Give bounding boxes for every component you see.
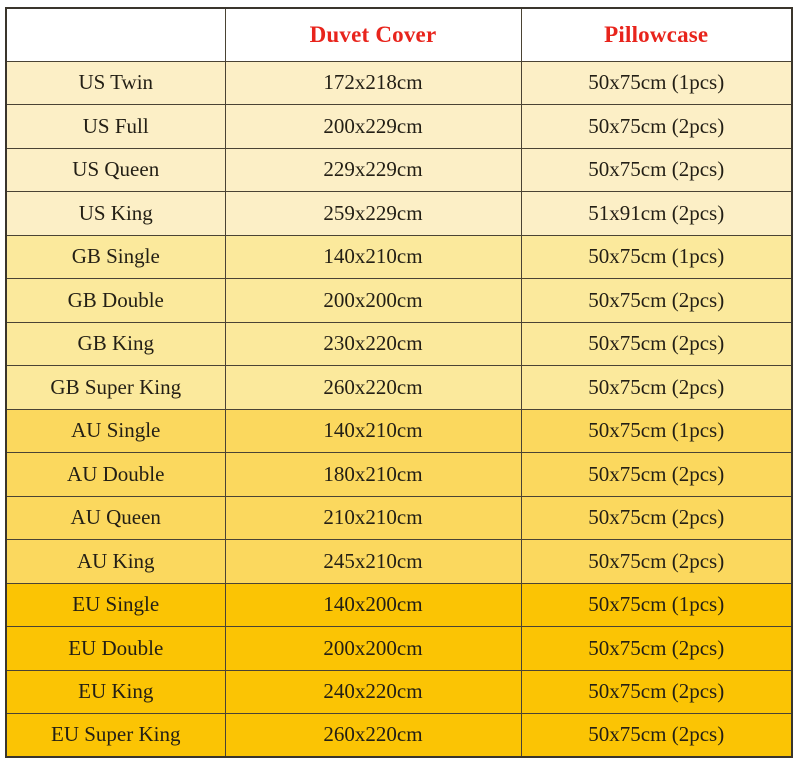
table-row: AU King 245x210cm 50x75cm (2pcs) bbox=[5, 539, 793, 584]
table-row: GB King 230x220cm 50x75cm (2pcs) bbox=[5, 321, 793, 366]
cell-pillowcase-size: 50x75cm (1pcs) bbox=[520, 582, 793, 627]
cell-size-name: US Full bbox=[5, 104, 226, 149]
cell-duvet-cover-size: 240x220cm bbox=[224, 669, 522, 714]
table-row: AU Queen 210x210cm 50x75cm (2pcs) bbox=[5, 495, 793, 540]
cell-pillowcase-size: 50x75cm (1pcs) bbox=[520, 408, 793, 453]
cell-pillowcase-size: 51x91cm (2pcs) bbox=[520, 191, 793, 236]
cell-size-name: GB King bbox=[5, 321, 226, 366]
cell-size-name: AU King bbox=[5, 539, 226, 584]
cell-pillowcase-size: 50x75cm (2pcs) bbox=[520, 452, 793, 497]
cell-duvet-cover-size: 229x229cm bbox=[224, 147, 522, 192]
cell-pillowcase-size: 50x75cm (2pcs) bbox=[520, 495, 793, 540]
cell-size-name: GB Super King bbox=[5, 365, 226, 410]
table-row: EU Single 140x200cm 50x75cm (1pcs) bbox=[5, 582, 793, 627]
cell-duvet-cover-size: 260x220cm bbox=[224, 365, 522, 410]
table-row: EU Super King 260x220cm 50x75cm (2pcs) bbox=[5, 713, 793, 758]
cell-size-name: AU Single bbox=[5, 408, 226, 453]
table-row: US King 259x229cm 51x91cm (2pcs) bbox=[5, 191, 793, 236]
cell-duvet-cover-size: 245x210cm bbox=[224, 539, 522, 584]
cell-size-name: AU Double bbox=[5, 452, 226, 497]
cell-pillowcase-size: 50x75cm (2pcs) bbox=[520, 713, 793, 758]
column-header-size bbox=[5, 7, 226, 62]
table-row: EU King 240x220cm 50x75cm (2pcs) bbox=[5, 669, 793, 714]
table-row: AU Double 180x210cm 50x75cm (2pcs) bbox=[5, 452, 793, 497]
cell-size-name: AU Queen bbox=[5, 495, 226, 540]
table-row: GB Double 200x200cm 50x75cm (2pcs) bbox=[5, 278, 793, 323]
cell-size-name: EU Single bbox=[5, 582, 226, 627]
table-row: US Twin 172x218cm 50x75cm (1pcs) bbox=[5, 60, 793, 105]
cell-duvet-cover-size: 200x200cm bbox=[224, 626, 522, 671]
table-body: US Twin 172x218cm 50x75cm (1pcs) US Full 200… bbox=[5, 60, 793, 758]
bedding-size-chart: Duvet Cover Pillowcase US Twin 172x218cm 5… bbox=[0, 0, 800, 758]
cell-pillowcase-size: 50x75cm (1pcs) bbox=[520, 60, 793, 105]
cell-size-name: GB Single bbox=[5, 234, 226, 279]
cell-size-name: EU Double bbox=[5, 626, 226, 671]
cell-pillowcase-size: 50x75cm (2pcs) bbox=[520, 278, 793, 323]
cell-pillowcase-size: 50x75cm (2pcs) bbox=[520, 539, 793, 584]
table-row: US Queen 229x229cm 50x75cm (2pcs) bbox=[5, 147, 793, 192]
cell-size-name: EU King bbox=[5, 669, 226, 714]
table-header: Duvet Cover Pillowcase bbox=[5, 7, 793, 62]
table-row: GB Super King 260x220cm 50x75cm (2pcs) bbox=[5, 365, 793, 410]
cell-duvet-cover-size: 180x210cm bbox=[224, 452, 522, 497]
cell-pillowcase-size: 50x75cm (1pcs) bbox=[520, 234, 793, 279]
cell-duvet-cover-size: 210x210cm bbox=[224, 495, 522, 540]
size-table: Duvet Cover Pillowcase US Twin 172x218cm 5… bbox=[5, 7, 793, 758]
cell-duvet-cover-size: 140x210cm bbox=[224, 234, 522, 279]
cell-size-name: US Twin bbox=[5, 60, 226, 105]
cell-duvet-cover-size: 259x229cm bbox=[224, 191, 522, 236]
cell-pillowcase-size: 50x75cm (2pcs) bbox=[520, 104, 793, 149]
cell-pillowcase-size: 50x75cm (2pcs) bbox=[520, 669, 793, 714]
table-row: AU Single 140x210cm 50x75cm (1pcs) bbox=[5, 408, 793, 453]
cell-size-name: EU Super King bbox=[5, 713, 226, 758]
cell-pillowcase-size: 50x75cm (2pcs) bbox=[520, 626, 793, 671]
cell-duvet-cover-size: 200x200cm bbox=[224, 278, 522, 323]
cell-duvet-cover-size: 172x218cm bbox=[224, 60, 522, 105]
table-header-row: Duvet Cover Pillowcase bbox=[5, 7, 793, 62]
cell-pillowcase-size: 50x75cm (2pcs) bbox=[520, 321, 793, 366]
table-row: EU Double 200x200cm 50x75cm (2pcs) bbox=[5, 626, 793, 671]
cell-duvet-cover-size: 140x200cm bbox=[224, 582, 522, 627]
cell-size-name: US King bbox=[5, 191, 226, 236]
cell-duvet-cover-size: 140x210cm bbox=[224, 408, 522, 453]
cell-pillowcase-size: 50x75cm (2pcs) bbox=[520, 147, 793, 192]
cell-duvet-cover-size: 230x220cm bbox=[224, 321, 522, 366]
cell-duvet-cover-size: 260x220cm bbox=[224, 713, 522, 758]
cell-size-name: GB Double bbox=[5, 278, 226, 323]
cell-pillowcase-size: 50x75cm (2pcs) bbox=[520, 365, 793, 410]
column-header-pillowcase: Pillowcase bbox=[520, 7, 793, 62]
table-row: GB Single 140x210cm 50x75cm (1pcs) bbox=[5, 234, 793, 279]
cell-duvet-cover-size: 200x229cm bbox=[224, 104, 522, 149]
column-header-duvet-cover: Duvet Cover bbox=[224, 7, 522, 62]
table-row: US Full 200x229cm 50x75cm (2pcs) bbox=[5, 104, 793, 149]
cell-size-name: US Queen bbox=[5, 147, 226, 192]
